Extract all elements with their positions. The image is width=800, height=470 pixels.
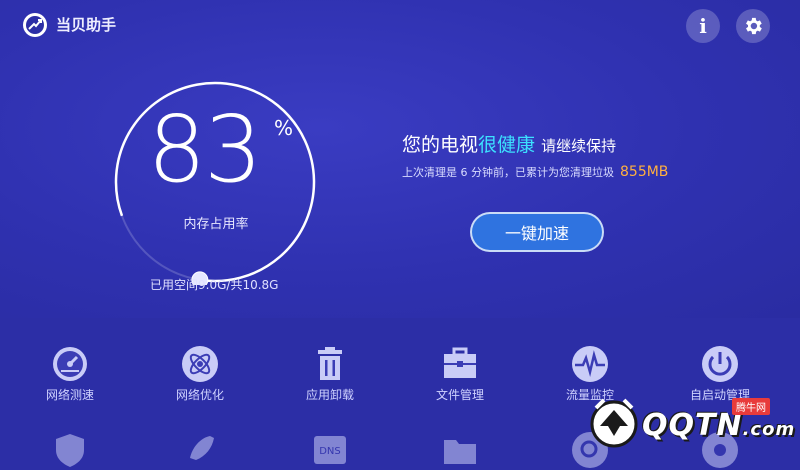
used-prefix: 已用空间: [150, 278, 199, 292]
percent-sign: %: [274, 116, 294, 140]
watermark-text: QQTN.com: [642, 408, 795, 443]
health-status: 您的电视很健康 请继续保持: [402, 130, 616, 157]
tool-row2-2[interactable]: [140, 318, 260, 460]
watermark-domain: .com: [742, 419, 796, 440]
used-separator: /共: [226, 278, 243, 292]
header: 当贝助手 i: [0, 0, 800, 56]
gear-icon: [746, 17, 762, 35]
used-space: 已用空间9.0G/共10.8G: [150, 276, 278, 293]
watermark-logo-icon: [590, 398, 638, 448]
used-value: 9.0G: [198, 278, 227, 292]
watermark-badge: 腾牛网: [732, 398, 770, 415]
memory-label: 内存占用率: [183, 217, 249, 232]
tool-row2-6[interactable]: [660, 318, 780, 468]
app-logo-icon: [23, 13, 47, 37]
tool-row2-4[interactable]: [400, 318, 520, 464]
health-suffix: 请继续保持: [541, 137, 617, 155]
health-prefix: 您的电视: [402, 134, 479, 156]
watermark: QQTN.com 腾牛网: [586, 396, 800, 448]
last-clean-info: 上次清理是 6 分钟前，已累计为您清理垃圾 855MB: [402, 164, 668, 180]
info-button[interactable]: i: [686, 9, 720, 43]
memory-percent: 83: [147, 96, 262, 203]
folder-icon: [440, 430, 480, 470]
tool-row2-3[interactable]: DNS: [270, 318, 390, 464]
health-highlight: 很健康: [478, 134, 536, 156]
one-key-speedup-button[interactable]: 一键加速: [470, 212, 604, 252]
last-clean-text: 上次清理是 6 分钟前，已累计为您清理垃圾: [402, 166, 614, 179]
tool-row2-1[interactable]: [10, 318, 130, 467]
total-value: 10.8G: [242, 278, 279, 292]
shield-icon: [50, 430, 90, 470]
settings-button[interactable]: [736, 9, 770, 43]
dns-icon: DNS: [310, 430, 350, 470]
cleaned-amount: 855MB: [620, 164, 669, 180]
watermark-brand: QQTN: [642, 408, 743, 443]
info-icon: i: [699, 14, 707, 38]
app-title: 当贝助手: [56, 16, 117, 34]
rocket-icon: [180, 430, 220, 470]
tool-row2-5[interactable]: [530, 318, 650, 468]
